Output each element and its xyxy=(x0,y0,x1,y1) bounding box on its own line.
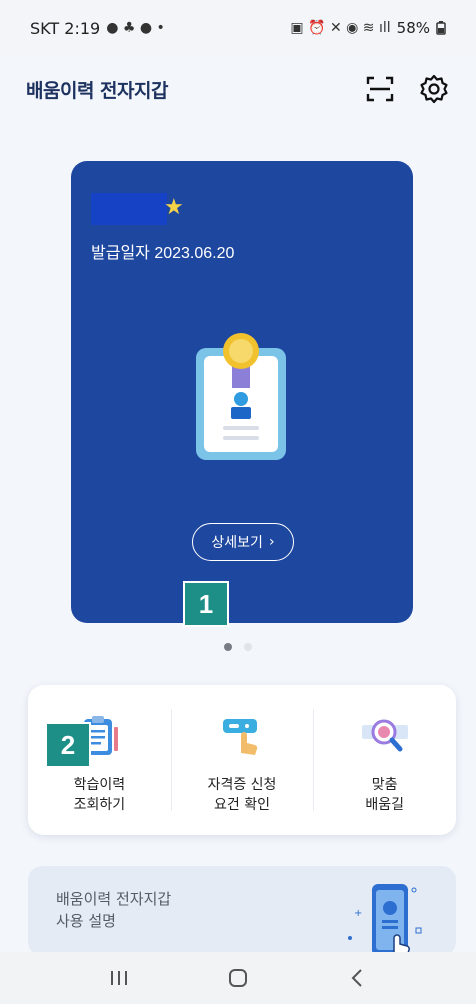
credential-card[interactable]: ★ 발급일자 2023.06.20 상세보기 › xyxy=(71,161,413,623)
chevron-right-icon: › xyxy=(268,534,275,550)
recents-button[interactable] xyxy=(99,958,139,998)
settings-button[interactable] xyxy=(418,73,450,105)
menu-label-line2: 조회하기 xyxy=(73,797,126,813)
phone-touch-icon: + xyxy=(348,884,422,956)
status-right: ▣ ⏰ ✕ ◉ ≋ ıll 58% xyxy=(290,19,446,37)
pager-dot[interactable] xyxy=(244,643,252,651)
guide-line1: 배움이력 전자지갑 xyxy=(56,890,172,908)
star-icon: ★ xyxy=(164,195,184,220)
pager-dot-active[interactable] xyxy=(224,643,232,651)
menu-label-line1: 학습이력 xyxy=(73,777,126,793)
menu-label: 맞춤 배움길 xyxy=(365,775,404,815)
carrier-time: SKT 2:19 xyxy=(30,18,101,38)
annotation-marker-2: 2 xyxy=(45,722,91,768)
menu-label: 자격증 신청 요건 확인 xyxy=(208,775,277,815)
status-left: SKT 2:19 ● ♣ ● • xyxy=(30,19,165,38)
menu-label-line2: 배움길 xyxy=(365,797,404,813)
status-bar: SKT 2:19 ● ♣ ● • ▣ ⏰ ✕ ◉ ≋ ıll 58% xyxy=(0,0,476,56)
detail-button-label: 상세보기 xyxy=(211,535,263,551)
quick-menu: 학습이력 조회하기 자격증 신청 요건 확인 맞춤 배움길 xyxy=(28,685,456,835)
menu-label-line2: 요건 확인 xyxy=(214,797,270,813)
id-badge-illustration xyxy=(196,333,286,460)
usage-guide-banner[interactable]: 배움이력 전자지갑 사용 설명 + xyxy=(28,866,456,956)
home-icon xyxy=(228,969,247,987)
battery-level: 58% xyxy=(396,19,430,37)
issue-date: 발급일자 2023.06.20 xyxy=(91,245,235,262)
menu-certificate-requirements[interactable]: 자격증 신청 요건 확인 xyxy=(170,685,314,835)
back-button[interactable] xyxy=(337,958,377,998)
header-actions xyxy=(364,73,450,105)
scan-icon xyxy=(366,76,394,102)
gear-icon xyxy=(420,74,448,104)
system-nav-bar xyxy=(0,952,476,1004)
magnifier-icon xyxy=(360,711,410,761)
menu-custom-learning-path[interactable]: 맞춤 배움길 xyxy=(313,685,456,835)
guide-text: 배움이력 전자지갑 사용 설명 xyxy=(56,888,171,932)
guide-line2: 사용 설명 xyxy=(56,912,116,930)
redacted-name xyxy=(91,193,167,225)
battery-icon xyxy=(436,21,446,35)
recents-icon xyxy=(111,971,128,985)
back-icon xyxy=(351,969,362,987)
system-status-icons: ▣ ⏰ ✕ ◉ ≋ ıll xyxy=(290,20,391,36)
page-title: 배움이력 전자지갑 xyxy=(26,79,168,102)
carousel-pager xyxy=(0,643,476,651)
menu-label-line1: 맞춤 xyxy=(371,777,398,793)
svg-text:+: + xyxy=(354,908,362,919)
menu-label: 학습이력 조회하기 xyxy=(74,775,126,815)
menu-label-line1: 자격증 신청 xyxy=(207,777,277,793)
annotation-marker-1: 1 xyxy=(183,581,229,627)
notification-icons: ● ♣ ● • xyxy=(106,20,165,36)
home-button[interactable] xyxy=(218,958,258,998)
app-header: 배움이력 전자지갑 xyxy=(0,56,476,122)
card-hand-icon xyxy=(217,711,267,761)
detail-button[interactable]: 상세보기 › xyxy=(192,523,294,561)
scan-button[interactable] xyxy=(364,73,396,105)
